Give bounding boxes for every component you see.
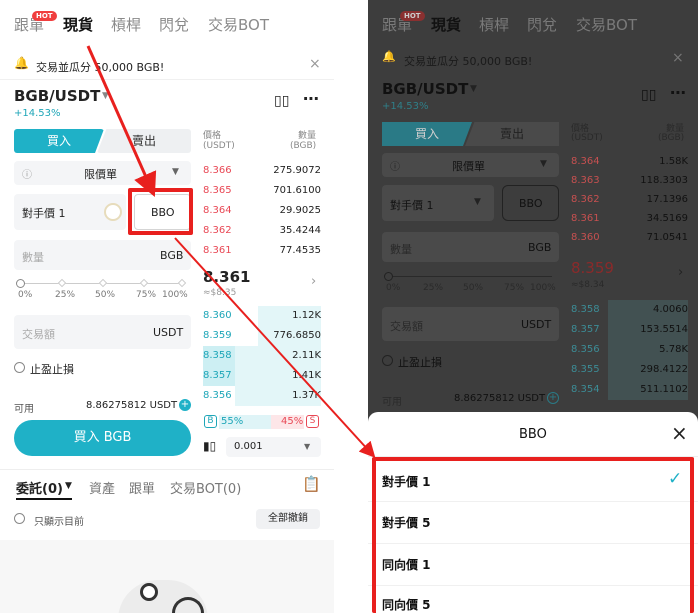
arrow-to-bbo bbox=[86, 45, 157, 197]
arrow-to-options bbox=[174, 237, 376, 458]
annotation-arrows bbox=[86, 45, 376, 458]
